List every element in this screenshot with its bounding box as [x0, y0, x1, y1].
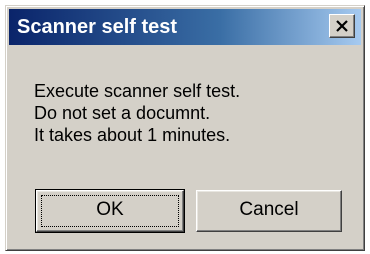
title-bar[interactable]: Scanner self test [9, 9, 361, 45]
cancel-button-label: Cancel [239, 199, 299, 220]
message-line: Do not set a documnt. [34, 103, 211, 123]
window-title: Scanner self test [17, 16, 178, 38]
focus-rectangle [41, 195, 179, 227]
close-button[interactable] [329, 14, 355, 38]
cancel-button[interactable]: Cancel [196, 190, 342, 232]
ok-button[interactable]: OK [35, 189, 185, 233]
message-line: It takes about 1 minutes. [34, 125, 231, 145]
message-text: Execute scanner self test. Do not set a … [34, 80, 240, 146]
scanner-self-test-dialog: Scanner self test Execute scanner self t… [5, 5, 365, 251]
close-icon [336, 20, 348, 32]
message-line: Execute scanner self test. [34, 81, 241, 101]
